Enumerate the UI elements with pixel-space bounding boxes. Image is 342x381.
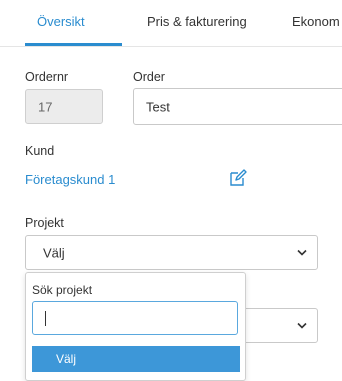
ordernr-value: 17 [38,99,53,114]
project-search-input[interactable] [32,301,238,335]
dropdown-title: Sök projekt [32,283,93,297]
chevron-down-icon [297,249,307,256]
kund-link[interactable]: Företagskund 1 [25,172,115,187]
chevron-down-icon [297,322,307,329]
tab-oversikt[interactable]: Översikt [37,14,85,29]
order-field[interactable]: Test [133,88,342,125]
tab-bar: Översikt Pris & fakturering Ekonom [0,0,342,47]
kund-label: Kund [25,144,55,158]
project-dropdown: Sök projekt Välj [25,272,246,381]
ordernr-label: Ordernr [25,70,69,84]
ordernr-field: 17 [25,89,103,124]
dropdown-option-label: Välj [56,352,77,366]
tab-pris-fakturering[interactable]: Pris & fakturering [147,14,247,29]
projekt-label: Projekt [25,216,64,230]
dropdown-option[interactable]: Välj [32,346,240,372]
text-caret [45,311,46,326]
order-label: Order [133,70,165,84]
active-tab-indicator [25,43,122,46]
tab-ekonomi[interactable]: Ekonom [292,14,340,29]
projekt-value: Välj [43,245,65,260]
projekt-select[interactable]: Välj [25,235,318,270]
order-value: Test [146,99,170,114]
edit-icon[interactable] [229,169,247,187]
